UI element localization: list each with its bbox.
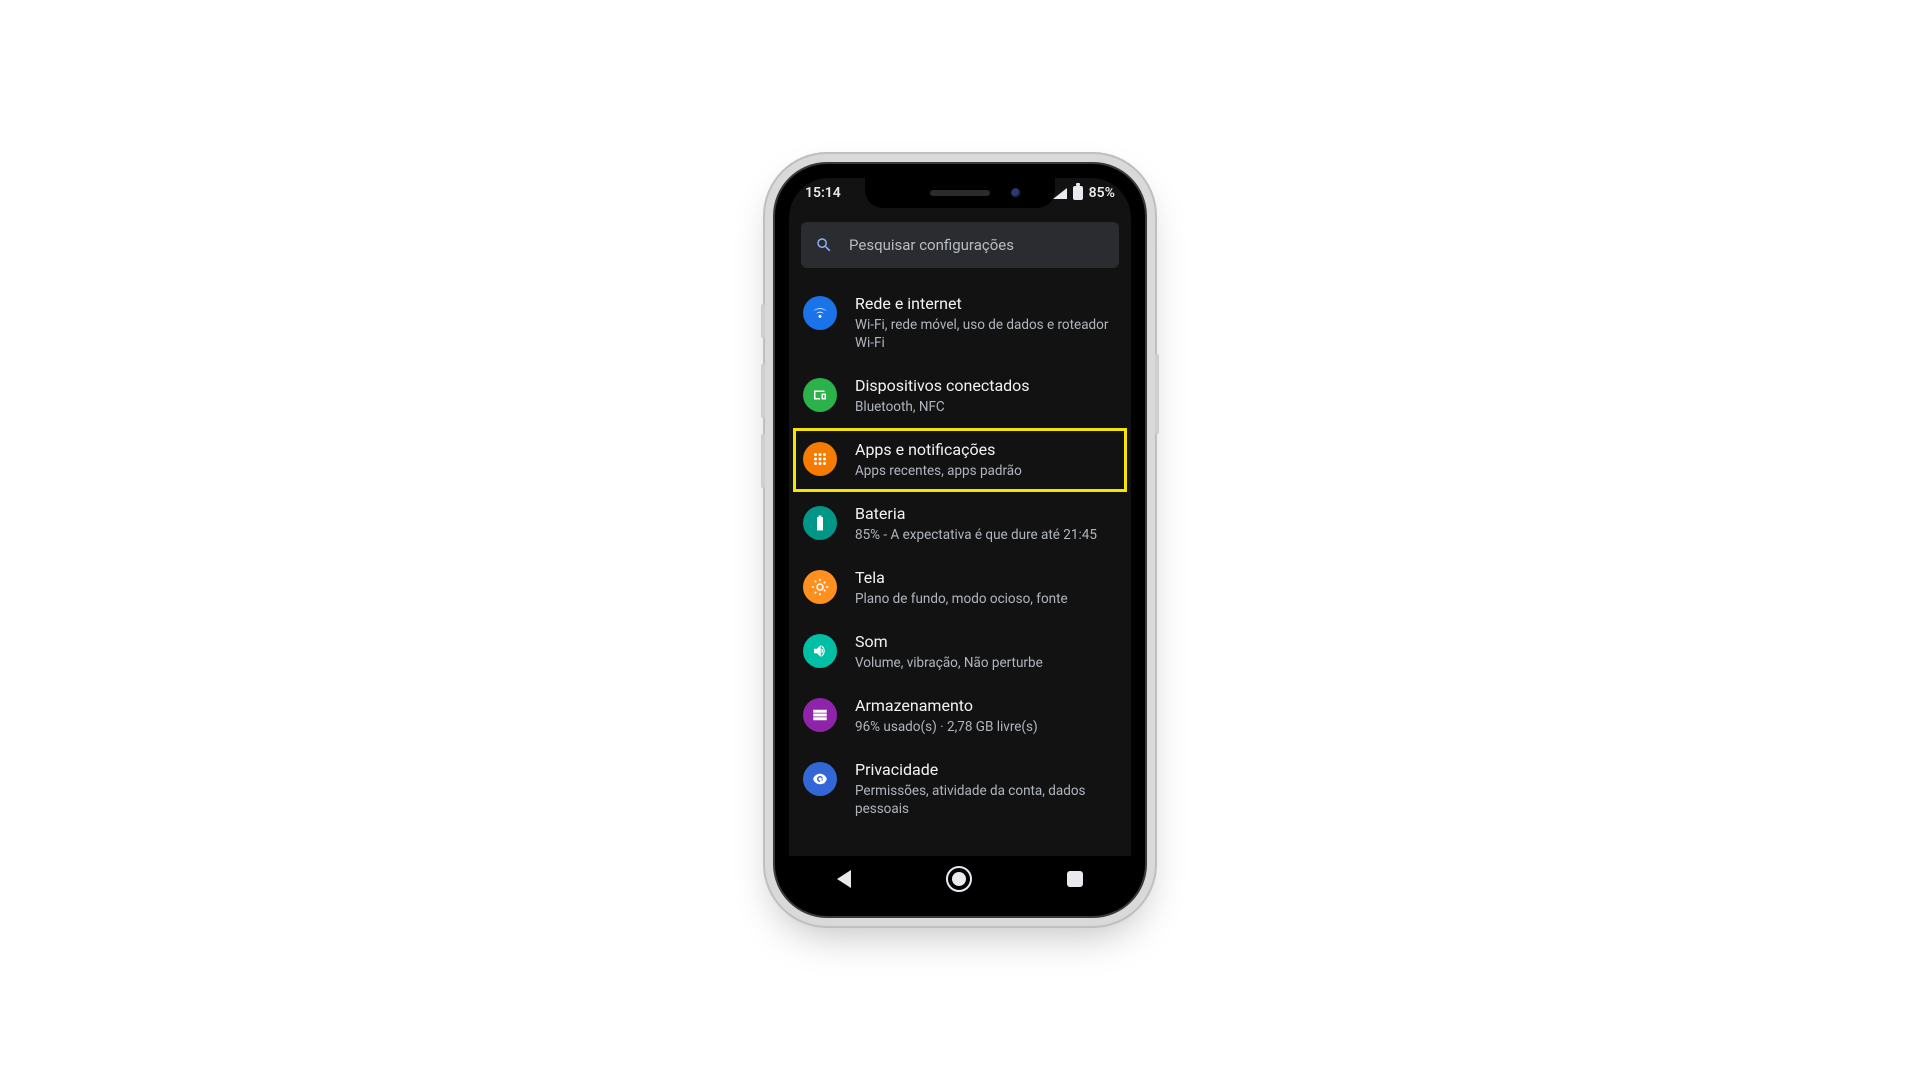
- android-nav-bar: [789, 856, 1131, 902]
- settings-item-storage[interactable]: Armazenamento 96% usado(s) · 2,78 GB livr…: [789, 684, 1131, 748]
- settings-item-title: Som: [855, 632, 1043, 652]
- settings-item-title: Apps e notificações: [855, 440, 1022, 460]
- screen: 15:14 85% Pesquisar configurações Rede e…: [789, 178, 1131, 902]
- settings-item-sound[interactable]: Som Volume, vibração, Não perturbe: [789, 620, 1131, 684]
- settings-item-subtitle: Permissões, atividade da conta, dados pe…: [855, 782, 1115, 818]
- settings-item-title: Tela: [855, 568, 1068, 588]
- settings-list: Rede e internetWi-Fi, rede móvel, uso de…: [789, 278, 1131, 860]
- speaker-grille: [930, 190, 990, 196]
- settings-item-title: Dispositivos conectados: [855, 376, 1030, 396]
- front-camera: [1011, 188, 1021, 198]
- sound-icon: [803, 634, 837, 668]
- settings-item-subtitle: Plano de fundo, modo ocioso, fonte: [855, 590, 1068, 608]
- battery-icon: [1073, 186, 1083, 200]
- side-button: [1155, 354, 1159, 434]
- settings-item-title: Rede e internet: [855, 294, 1115, 314]
- nav-recent-button[interactable]: [1067, 871, 1083, 887]
- settings-item-display[interactable]: Tela Plano de fundo, modo ocioso, fonte: [789, 556, 1131, 620]
- phone-frame: 15:14 85% Pesquisar configurações Rede e…: [775, 164, 1145, 916]
- settings-item-battery[interactable]: Bateria 85% - A expectativa é que dure at…: [789, 492, 1131, 556]
- status-time: 15:14: [805, 185, 841, 201]
- search-settings[interactable]: Pesquisar configurações: [801, 222, 1119, 268]
- settings-item-title: Armazenamento: [855, 696, 1038, 716]
- nav-home-button[interactable]: [946, 866, 972, 892]
- devices-icon: [803, 378, 837, 412]
- status-battery-text: 85%: [1089, 185, 1115, 201]
- settings-item-subtitle: Bluetooth, NFC: [855, 398, 1030, 416]
- side-button: [761, 434, 765, 488]
- settings-item-devices[interactable]: Dispositivos conectados Bluetooth, NFC: [789, 364, 1131, 428]
- storage-icon: [803, 698, 837, 732]
- settings-item-subtitle: Volume, vibração, Não perturbe: [855, 654, 1043, 672]
- settings-item-subtitle: 96% usado(s) · 2,78 GB livre(s): [855, 718, 1038, 736]
- display-icon: [803, 570, 837, 604]
- apps-icon: [803, 442, 837, 476]
- settings-item-network[interactable]: Rede e internetWi-Fi, rede móvel, uso de…: [789, 282, 1131, 364]
- settings-item-subtitle: 85% - A expectativa é que dure até 21:45: [855, 526, 1097, 544]
- battery-icon: [803, 506, 837, 540]
- settings-item-subtitle: Wi-Fi, rede móvel, uso de dados e rotead…: [855, 316, 1115, 352]
- privacy-icon: [803, 762, 837, 796]
- search-placeholder: Pesquisar configurações: [849, 236, 1014, 254]
- nav-back-button[interactable]: [837, 870, 851, 888]
- settings-item-title: Privacidade: [855, 760, 1115, 780]
- notch: [865, 178, 1055, 208]
- side-button: [761, 364, 765, 418]
- settings-item-apps[interactable]: Apps e notificações Apps recentes, apps p…: [793, 428, 1127, 492]
- wifi-icon: [803, 296, 837, 330]
- side-button: [761, 304, 765, 338]
- settings-item-title: Bateria: [855, 504, 1097, 524]
- settings-item-subtitle: Apps recentes, apps padrão: [855, 462, 1022, 480]
- search-icon: [815, 236, 833, 254]
- settings-item-privacy[interactable]: PrivacidadePermissões, atividade da cont…: [789, 748, 1131, 830]
